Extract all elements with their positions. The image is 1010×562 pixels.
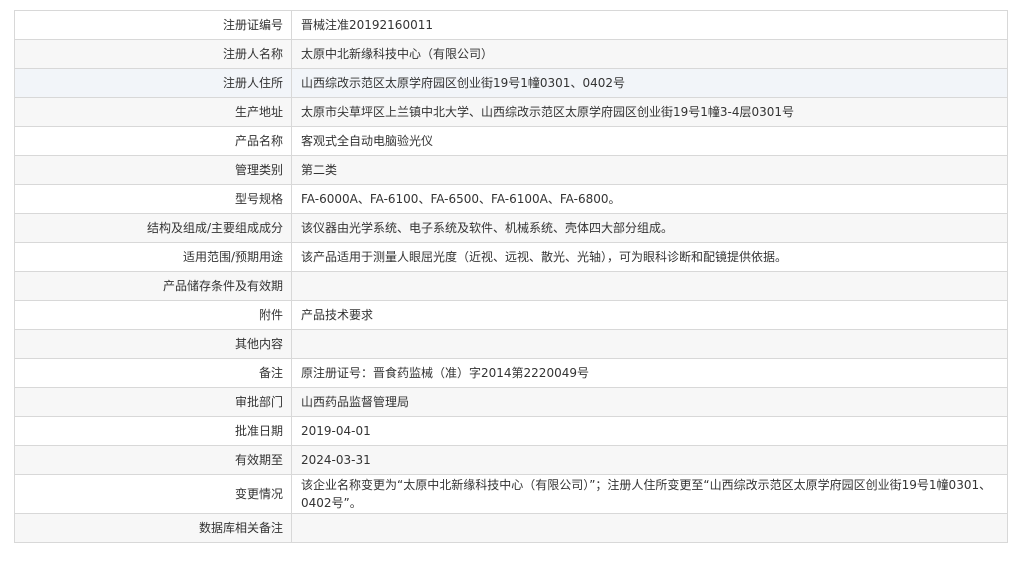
field-value: 第二类: [291, 155, 1007, 185]
field-value: [291, 271, 1007, 301]
row-model-specification: 型号规格 FA-6000A、FA-6100、FA-6500、FA-6100A、F…: [15, 184, 1007, 214]
field-label: 结构及组成/主要组成成分: [15, 213, 292, 243]
field-label: 备注: [15, 358, 292, 388]
field-label: 注册证编号: [15, 11, 292, 40]
row-registration-number: 注册证编号 晋械注准20192160011: [15, 11, 1007, 40]
field-label: 审批部门: [15, 387, 292, 417]
row-intended-use: 适用范围/预期用途 该产品适用于测量人眼屈光度（近视、远视、散光、光轴），可为眼…: [15, 242, 1007, 272]
field-label: 型号规格: [15, 184, 292, 214]
row-remarks: 备注 原注册证号：晋食药监械（准）字2014第2220049号: [15, 358, 1007, 388]
row-other-content: 其他内容: [15, 329, 1007, 359]
info-table: 注册证编号 晋械注准20192160011 注册人名称 太原中北新缘科技中心（有…: [15, 11, 1007, 543]
row-structure-composition: 结构及组成/主要组成成分 该仪器由光学系统、电子系统及软件、机械系统、壳体四大部…: [15, 213, 1007, 243]
row-registrant-name: 注册人名称 太原中北新缘科技中心（有限公司）: [15, 39, 1007, 69]
row-database-remarks: 数据库相关备注: [15, 513, 1007, 543]
row-production-address: 生产地址 太原市尖草坪区上兰镇中北大学、山西综改示范区太原学府园区创业街19号1…: [15, 97, 1007, 127]
page: 注册证编号 晋械注准20192160011 注册人名称 太原中北新缘科技中心（有…: [0, 0, 1010, 562]
field-label: 生产地址: [15, 97, 292, 127]
row-registrant-address: 注册人住所 山西综改示范区太原学府园区创业街19号1幢0301、0402号: [15, 68, 1007, 98]
field-value: 客观式全自动电脑验光仪: [291, 126, 1007, 156]
field-value: 该企业名称变更为“太原中北新缘科技中心（有限公司）”；注册人住所变更至“山西综改…: [291, 474, 1007, 514]
field-label: 产品储存条件及有效期: [15, 271, 292, 301]
field-label: 有效期至: [15, 445, 292, 475]
row-storage-conditions: 产品储存条件及有效期: [15, 271, 1007, 301]
field-value: 晋械注准20192160011: [291, 11, 1007, 40]
field-value: 该产品适用于测量人眼屈光度（近视、远视、散光、光轴），可为眼科诊断和配镜提供依据…: [291, 242, 1007, 272]
row-change-history: 变更情况 该企业名称变更为“太原中北新缘科技中心（有限公司）”；注册人住所变更至…: [15, 474, 1007, 514]
field-label: 数据库相关备注: [15, 513, 292, 543]
field-value: 该仪器由光学系统、电子系统及软件、机械系统、壳体四大部分组成。: [291, 213, 1007, 243]
field-value: 2019-04-01: [291, 416, 1007, 446]
row-valid-until: 有效期至 2024-03-31: [15, 445, 1007, 475]
row-management-category: 管理类别 第二类: [15, 155, 1007, 185]
field-label: 注册人名称: [15, 39, 292, 69]
field-value: FA-6000A、FA-6100、FA-6500、FA-6100A、FA-680…: [291, 184, 1007, 214]
field-label: 变更情况: [15, 474, 292, 514]
row-approval-date: 批准日期 2019-04-01: [15, 416, 1007, 446]
field-value: 产品技术要求: [291, 300, 1007, 330]
field-value: 太原中北新缘科技中心（有限公司）: [291, 39, 1007, 69]
field-label: 注册人住所: [15, 68, 292, 98]
field-value: 2024-03-31: [291, 445, 1007, 475]
registration-detail-table: 注册证编号 晋械注准20192160011 注册人名称 太原中北新缘科技中心（有…: [14, 10, 1008, 543]
field-label: 批准日期: [15, 416, 292, 446]
row-approval-department: 审批部门 山西药品监督管理局: [15, 387, 1007, 417]
field-value: 太原市尖草坪区上兰镇中北大学、山西综改示范区太原学府园区创业街19号1幢3-4层…: [291, 97, 1007, 127]
row-attachment: 附件 产品技术要求: [15, 300, 1007, 330]
field-label: 附件: [15, 300, 292, 330]
field-label: 其他内容: [15, 329, 292, 359]
field-value: 山西综改示范区太原学府园区创业街19号1幢0301、0402号: [291, 68, 1007, 98]
field-value: 山西药品监督管理局: [291, 387, 1007, 417]
field-value: [291, 513, 1007, 543]
field-label: 产品名称: [15, 126, 292, 156]
field-label: 管理类别: [15, 155, 292, 185]
row-product-name: 产品名称 客观式全自动电脑验光仪: [15, 126, 1007, 156]
field-label: 适用范围/预期用途: [15, 242, 292, 272]
field-value: [291, 329, 1007, 359]
field-value: 原注册证号：晋食药监械（准）字2014第2220049号: [291, 358, 1007, 388]
